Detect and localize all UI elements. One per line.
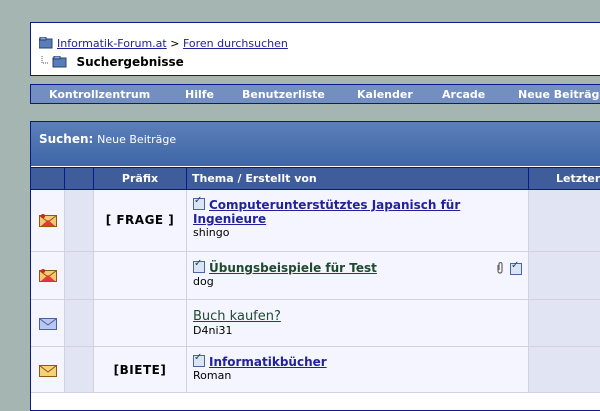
thread-title-link[interactable]: Übungsbeispiele für Test bbox=[209, 261, 377, 275]
col-prefix[interactable]: Präfix bbox=[94, 168, 187, 189]
thread-envelope-icon bbox=[39, 365, 57, 377]
thread-author[interactable]: shingo bbox=[193, 226, 229, 239]
thread-prefix: [BIETE] bbox=[113, 363, 167, 377]
subscribed-check-icon bbox=[510, 260, 522, 275]
results-label: Suchen: bbox=[39, 132, 94, 146]
breadcrumb-parent-link[interactable]: Foren durchsuchen bbox=[183, 37, 288, 50]
thread-title-link[interactable]: Computerunterstütztes Japanisch für bbox=[209, 198, 460, 212]
hot-thread-envelope-icon bbox=[39, 269, 57, 282]
search-results-panel: Suchen: Neue Beiträge Präfix Thema / Ers… bbox=[30, 121, 600, 411]
row-thread-cell: Übungsbeispiele für Test dog bbox=[187, 252, 529, 299]
hot-thread-envelope-icon bbox=[39, 214, 57, 227]
thread-author[interactable]: dog bbox=[193, 275, 214, 288]
subscribed-check-icon bbox=[193, 352, 205, 367]
row-thread-cell: Informatikbücher Roman bbox=[187, 347, 529, 392]
table-row: Übungsbeispiele für Test dog bbox=[31, 252, 600, 300]
thread-author[interactable]: Roman bbox=[193, 369, 231, 382]
table-row: [ FRAGE ] Computerunterstütztes Japanisc… bbox=[31, 190, 600, 252]
row-prefix-cell bbox=[94, 252, 187, 299]
breadcrumb-root-link[interactable]: Informatik-Forum.at bbox=[57, 37, 167, 50]
nav-kontrollzentrum[interactable]: Kontrollzentrum bbox=[49, 88, 150, 101]
row-status-cell bbox=[31, 300, 65, 346]
nav-arcade[interactable]: Arcade bbox=[442, 88, 485, 101]
row-icon-cell bbox=[65, 347, 94, 392]
breadcrumb-separator: > bbox=[170, 37, 180, 50]
table-row: Buch kaufen? D4ni31 v bbox=[31, 300, 600, 347]
nav-kalender[interactable]: Kalender bbox=[357, 88, 413, 101]
row-thread-cell: Computerunterstütztes Japanisch für Inge… bbox=[187, 190, 529, 251]
page-title: Suchergebnisse bbox=[76, 55, 184, 69]
nav-hilfe[interactable]: Hilfe bbox=[185, 88, 214, 101]
row-status-cell bbox=[31, 252, 65, 299]
subscribed-check-icon bbox=[193, 195, 205, 210]
col-icon bbox=[31, 168, 65, 189]
subscribed-check-icon bbox=[193, 258, 205, 273]
col-icon2 bbox=[65, 168, 94, 189]
row-last-post-cell bbox=[529, 190, 600, 251]
col-thread[interactable]: Thema / Erstellt von bbox=[187, 168, 529, 189]
table-row: [BIETE] Informatikbücher Roman v bbox=[31, 347, 600, 393]
row-icon-cell bbox=[65, 252, 94, 299]
row-last-post-cell bbox=[529, 252, 600, 299]
thread-title-link-cont[interactable]: Ingenieure bbox=[193, 212, 266, 226]
row-prefix-cell: [BIETE] bbox=[94, 347, 187, 392]
nav-benutzerliste[interactable]: Benutzerliste bbox=[242, 88, 325, 101]
row-icon-cell bbox=[65, 300, 94, 346]
results-value: Neue Beiträge bbox=[97, 133, 177, 146]
col-last-post[interactable]: Letzter bbox=[529, 168, 600, 189]
main-navbar: Kontrollzentrum Hilfe Benutzerliste Kale… bbox=[30, 84, 600, 104]
thread-title-link[interactable]: Buch kaufen? bbox=[193, 309, 281, 324]
thread-prefix: [ FRAGE ] bbox=[105, 213, 175, 227]
attachment-paperclip-icon bbox=[496, 261, 504, 277]
row-prefix-cell: [ FRAGE ] bbox=[94, 190, 187, 251]
row-icon-cell bbox=[65, 190, 94, 251]
nav-neue-beitraege[interactable]: Neue Beiträge bbox=[518, 88, 600, 101]
results-header: Suchen: Neue Beiträge bbox=[31, 122, 600, 166]
breadcrumb: Informatik-Forum.at > Foren durchsuchen bbox=[38, 36, 288, 52]
row-prefix-cell bbox=[94, 300, 187, 346]
column-header-row: Präfix Thema / Erstellt von Letzter bbox=[31, 167, 600, 190]
page-title-line: Suchergebnisse bbox=[39, 55, 184, 69]
forum-folder-icon bbox=[38, 36, 53, 52]
breadcrumb-box: Informatik-Forum.at > Foren durchsuchen … bbox=[30, 22, 600, 76]
row-last-post-cell: v bbox=[529, 300, 600, 346]
row-status-cell bbox=[31, 347, 65, 392]
row-status-cell bbox=[31, 190, 65, 251]
row-last-post-cell: v bbox=[529, 347, 600, 392]
thread-title-link[interactable]: Informatikbücher bbox=[209, 355, 327, 369]
new-post-envelope-icon bbox=[39, 318, 57, 330]
thread-author[interactable]: D4ni31 bbox=[193, 324, 233, 337]
tree-branch-icon bbox=[39, 55, 77, 69]
row-thread-cell: Buch kaufen? D4ni31 bbox=[187, 300, 529, 346]
